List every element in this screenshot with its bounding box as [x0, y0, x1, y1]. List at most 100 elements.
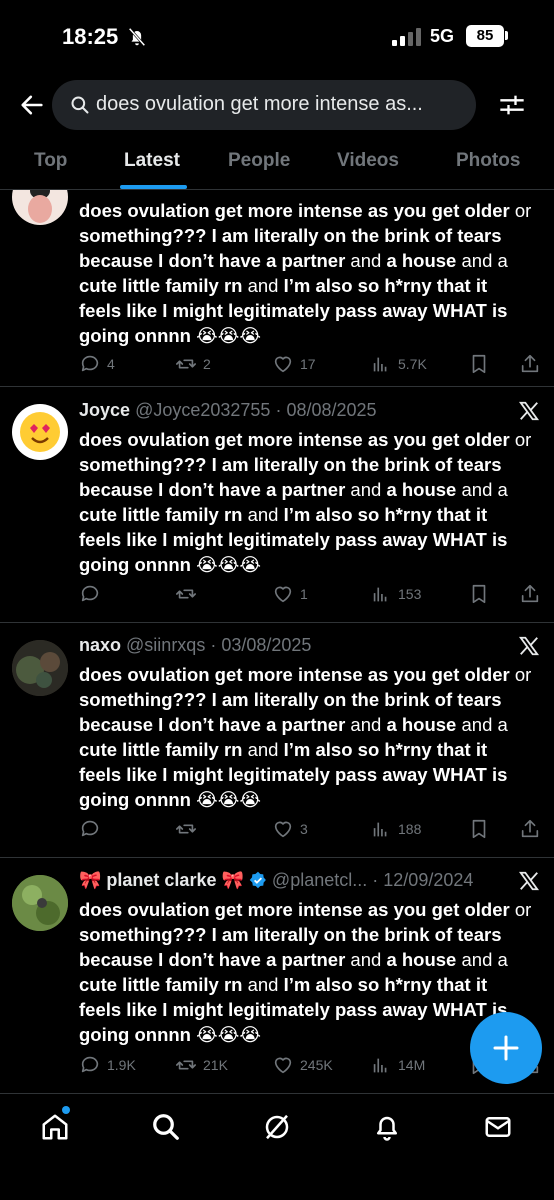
tweet-feed: does ovulation get more intense as you g…: [0, 190, 554, 1093]
author-handle[interactable]: @planetcl...: [272, 870, 367, 890]
repost-button[interactable]: [175, 818, 197, 840]
like-icon: [274, 1057, 292, 1074]
verified-badge-icon: [249, 871, 266, 889]
repost-icon: [176, 589, 196, 599]
bookmark-button[interactable]: [468, 583, 490, 605]
avatar[interactable]: [12, 190, 68, 225]
reply-icon: [81, 585, 99, 602]
author-handle[interactable]: @siinrxqs: [126, 635, 205, 655]
text-segment: and: [242, 275, 284, 296]
text-segment: and: [345, 479, 387, 500]
views-icon: [373, 1058, 387, 1073]
share-button[interactable]: [519, 818, 541, 840]
views-button[interactable]: 153: [370, 583, 421, 605]
tweet-date: 12/09/2024: [383, 870, 474, 890]
repost-button[interactable]: 21K: [175, 1054, 228, 1076]
avatar[interactable]: [12, 640, 68, 696]
filter-sliders-icon[interactable]: [498, 91, 526, 119]
reply-button[interactable]: 4: [79, 353, 115, 375]
reply-button[interactable]: [79, 583, 101, 605]
author-name[interactable]: naxo: [79, 635, 121, 655]
avatar[interactable]: [12, 404, 68, 460]
tweet-text-line: because I don’t have a partner and a hou…: [79, 248, 545, 273]
text-segment: because I don’t have a partner: [79, 479, 346, 500]
text-segment: and: [242, 739, 284, 760]
tab-people[interactable]: People: [228, 150, 290, 172]
tweet-actions: 4 2 17 5.7K: [79, 353, 541, 375]
bookmark-button[interactable]: [468, 353, 490, 375]
tab-photos[interactable]: Photos: [456, 150, 520, 172]
tab-top[interactable]: Top: [34, 150, 67, 172]
text-segment: something??? I am literally on the brink…: [79, 225, 502, 246]
reply-icon: [81, 355, 99, 372]
bookmark-button[interactable]: [468, 818, 490, 840]
tweet-text-line: cute little family rn and I’m also so h*…: [79, 737, 545, 762]
search-nav-icon[interactable]: [151, 1112, 181, 1142]
views-button[interactable]: 14M: [370, 1054, 425, 1076]
tweet[interactable]: Joyce @Joyce2032755 · 08/08/2025 does ov…: [0, 387, 554, 623]
text-segment: feels like I might legitimately pass awa…: [79, 999, 508, 1020]
x-logo-icon: [518, 401, 540, 421]
text-segment: feels like I might legitimately pass awa…: [79, 300, 508, 321]
tweet[interactable]: does ovulation get more intense as you g…: [0, 190, 554, 387]
text-segment: cute little family rn: [79, 504, 243, 525]
tab-latest[interactable]: Latest: [124, 150, 180, 172]
views-icon: [373, 822, 387, 837]
tab-videos[interactable]: Videos: [337, 150, 399, 172]
battery-tip: [505, 31, 508, 40]
views-count: 188: [398, 821, 422, 837]
x-logo-icon: [518, 871, 540, 891]
text-segment: a house: [386, 949, 457, 970]
back-arrow-icon[interactable]: [18, 91, 46, 119]
tweet-text-line: does ovulation get more intense as you g…: [79, 427, 545, 452]
text-segment: cute little family rn: [79, 739, 243, 760]
text-segment: and: [345, 949, 387, 970]
repost-button[interactable]: 2: [175, 353, 211, 375]
text-segment: and a: [456, 714, 508, 735]
text-segment: a house: [386, 250, 457, 271]
author-name[interactable]: Joyce: [79, 400, 130, 420]
views-count: 5.7K: [398, 356, 427, 372]
like-button[interactable]: 3: [272, 818, 308, 840]
author-name[interactable]: 🎀 planet clarke 🎀: [79, 870, 244, 890]
tweet-text: does ovulation get more intense as you g…: [79, 198, 545, 348]
like-button[interactable]: 1: [272, 583, 308, 605]
reply-count: 4: [107, 356, 115, 372]
text-segment: does ovulation get more intense as you g…: [79, 429, 510, 450]
text-segment: and a: [456, 250, 508, 271]
text-segment: because I don’t have a partner: [79, 949, 346, 970]
text-segment: going onnnn 😭😭😭: [79, 1024, 261, 1045]
messages-icon[interactable]: [483, 1112, 513, 1142]
bottom-navigation: [0, 1093, 554, 1200]
notifications-bell-icon[interactable]: [372, 1112, 402, 1142]
tweet-text-line: feels like I might legitimately pass awa…: [79, 298, 545, 323]
grok-icon[interactable]: [262, 1112, 292, 1142]
search-input[interactable]: does ovulation get more intense as...: [52, 80, 476, 130]
avatar[interactable]: [12, 875, 68, 931]
home-icon[interactable]: [40, 1112, 70, 1142]
share-button[interactable]: [519, 583, 541, 605]
bookmark-icon: [472, 584, 486, 604]
like-button[interactable]: 245K: [272, 1054, 333, 1076]
battery-level: 85: [466, 25, 504, 47]
share-button[interactable]: [519, 353, 541, 375]
views-button[interactable]: 188: [370, 818, 421, 840]
views-count: 14M: [398, 1057, 426, 1073]
meta-separator: ·: [372, 870, 379, 890]
reply-button[interactable]: [79, 818, 101, 840]
views-button[interactable]: 5.7K: [370, 353, 427, 375]
compose-post-button[interactable]: [470, 1012, 542, 1084]
tweet-text-line: does ovulation get more intense as you g…: [79, 662, 545, 687]
reply-button[interactable]: 1.9K: [79, 1054, 136, 1076]
search-query: does ovulation get more intense as...: [96, 93, 423, 115]
author-handle[interactable]: @Joyce2032755: [135, 400, 270, 420]
tweet-date: 08/08/2025: [286, 400, 377, 420]
tweet-text-line: cute little family rn and I’m also so h*…: [79, 972, 545, 997]
tweet-text-line: going onnnn 😭😭😭: [79, 323, 545, 348]
tweet-text-line: feels like I might legitimately pass awa…: [79, 762, 545, 787]
repost-button[interactable]: [175, 583, 197, 605]
views-count: 153: [398, 586, 422, 602]
like-button[interactable]: 17: [272, 353, 316, 375]
tweet[interactable]: naxo @siinrxqs · 03/08/2025 does ovulati…: [0, 623, 554, 858]
network-label: 5G: [430, 26, 455, 46]
